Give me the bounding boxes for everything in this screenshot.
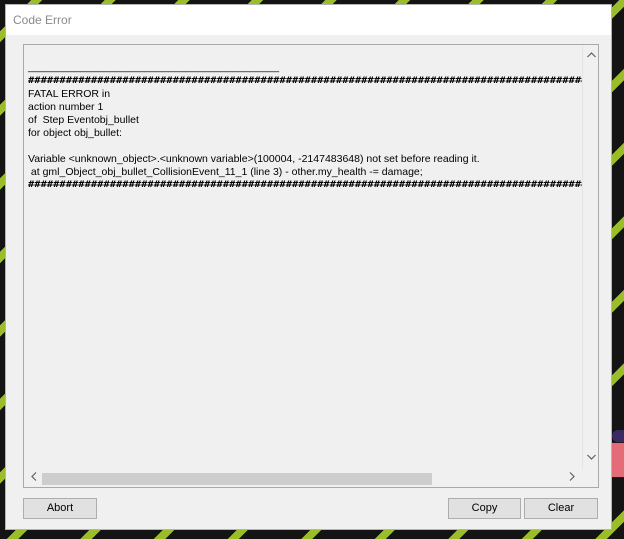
sprite-head [612,430,624,442]
title-bar[interactable]: Code Error [6,5,611,35]
scroll-left-icon[interactable] [26,470,42,486]
abort-button[interactable]: Abort [23,498,97,519]
error-output-box[interactable]: ________________________________________… [23,44,599,488]
window-title: Code Error [13,13,72,27]
error-line: action number 1 [28,101,104,113]
vertical-scrollbar[interactable] [582,45,598,469]
separator-line: ________________________________________… [28,61,280,73]
hash-line-top: ########################################… [28,76,582,86]
clear-button[interactable]: Clear [524,498,598,519]
scroll-down-icon[interactable] [583,449,599,465]
horizontal-scroll-thumb[interactable] [42,473,432,485]
copy-button[interactable]: Copy [448,498,521,519]
code-error-dialog: Code Error _____________________________… [5,4,612,530]
scroll-up-icon[interactable] [583,47,599,63]
hash-line-bottom: ########################################… [28,180,582,190]
scrollbar-corner [582,469,598,487]
error-line: at gml_Object_obj_bullet_CollisionEvent_… [28,166,423,178]
error-line: FATAL ERROR in [28,88,111,100]
error-line: of Step Eventobj_bullet [28,114,139,126]
error-text-area[interactable]: ________________________________________… [24,45,582,469]
scroll-right-icon[interactable] [564,470,580,486]
horizontal-scrollbar[interactable] [24,469,582,487]
error-line: for object obj_bullet: [28,127,122,139]
error-line: Variable <unknown_object>.<unknown varia… [28,153,480,165]
